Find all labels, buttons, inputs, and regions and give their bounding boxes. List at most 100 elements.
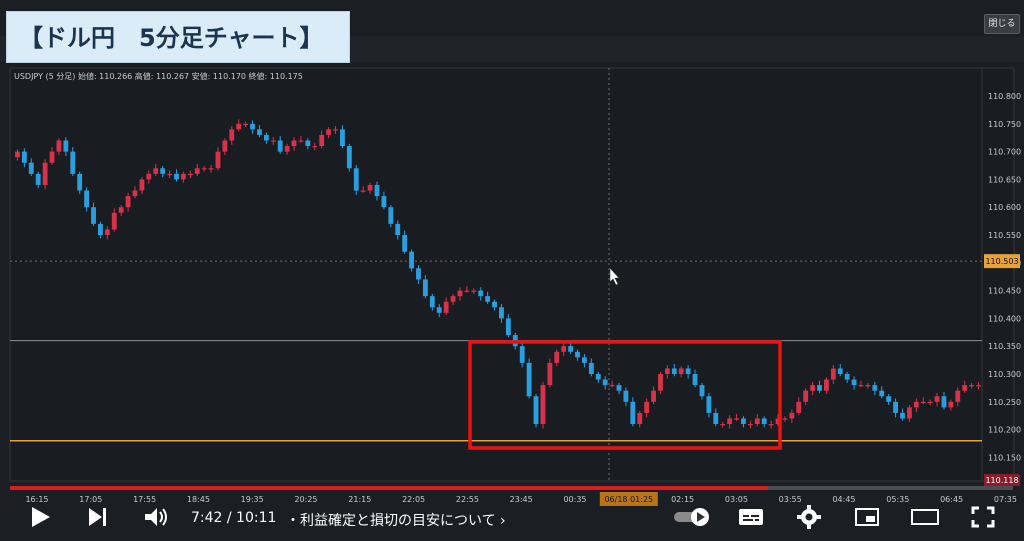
- candle-body: [42, 162, 48, 185]
- candle-body: [236, 123, 242, 130]
- candle-body: [595, 374, 601, 380]
- candle-body: [741, 418, 746, 425]
- candle-body: [257, 129, 262, 135]
- candle-body: [98, 223, 103, 235]
- candle-body: [671, 368, 677, 374]
- candle-body: [505, 318, 511, 336]
- candle-body: [298, 140, 304, 142]
- candle-body: [582, 357, 587, 363]
- candle-body: [623, 390, 629, 402]
- candle-body: [346, 146, 352, 169]
- y-tick-label: 110.250: [988, 398, 1021, 407]
- candle-body: [270, 140, 276, 142]
- fullscreen-button[interactable]: [967, 503, 999, 531]
- settings-button[interactable]: [793, 503, 825, 531]
- candle-body: [858, 385, 864, 387]
- volume-icon: [145, 508, 167, 526]
- y-tick-label: 110.200: [988, 426, 1021, 435]
- candle-body: [747, 424, 753, 426]
- candle-body: [561, 346, 567, 352]
- candle-body: [789, 412, 795, 419]
- candle-body: [436, 307, 442, 313]
- subtitles-button[interactable]: [735, 503, 767, 531]
- candle-body: [810, 385, 816, 391]
- candle-body: [464, 290, 470, 292]
- candle-body: [664, 368, 670, 374]
- time-display: 7:42 / 10:11: [191, 510, 277, 526]
- y-tick-label: 110.750: [988, 120, 1021, 129]
- candle-body: [201, 168, 207, 170]
- candle-body: [429, 296, 435, 308]
- candle-body: [713, 412, 719, 425]
- candle-body: [533, 396, 539, 425]
- candle-body: [167, 173, 172, 176]
- candle-body: [284, 146, 290, 152]
- candle-body: [554, 351, 560, 363]
- chapter-title[interactable]: ・利益確定と損切の目安について ›: [286, 510, 506, 530]
- candle-body: [471, 290, 477, 292]
- candle-body: [215, 151, 221, 169]
- candle-body: [478, 290, 484, 297]
- y-tick-label: 110.150: [988, 453, 1021, 462]
- y-tick-label: 110.700: [988, 148, 1021, 157]
- candle-body: [360, 190, 366, 192]
- candle-body: [91, 207, 96, 224]
- candle-body: [15, 151, 20, 158]
- play-icon: [32, 507, 50, 527]
- video-progress-bar[interactable]: [10, 486, 1013, 490]
- player-controls: 7:42 / 10:11 ・利益確定と損切の目安について ›: [0, 496, 1024, 541]
- candle-body: [125, 196, 131, 208]
- candle-body: [28, 162, 34, 174]
- candle-body: [637, 412, 643, 425]
- candle-body: [519, 346, 525, 363]
- volume-button[interactable]: [140, 503, 172, 531]
- candle-body: [851, 379, 857, 386]
- candle-body: [485, 296, 491, 302]
- subtitles-icon: [739, 509, 763, 525]
- candle-body: [229, 129, 235, 141]
- candle-body: [422, 279, 428, 297]
- candle-body: [782, 418, 788, 420]
- candle-body: [879, 390, 885, 397]
- candle-body: [602, 379, 608, 386]
- candle-body: [796, 401, 802, 413]
- candle-body: [21, 151, 27, 163]
- candle-body: [388, 207, 394, 224]
- candle-body: [706, 396, 712, 413]
- candle-body: [353, 168, 359, 191]
- candle-body: [104, 229, 110, 235]
- candle-body: [844, 374, 850, 380]
- candle-body: [616, 385, 622, 391]
- play-button[interactable]: [24, 503, 56, 531]
- candle-body: [187, 173, 193, 176]
- candle-body: [326, 129, 332, 135]
- candle-body: [817, 385, 822, 391]
- y-tick-label: 110.800: [988, 92, 1021, 101]
- candle-body: [146, 173, 152, 180]
- next-button[interactable]: [82, 503, 114, 531]
- candle-body: [381, 196, 387, 208]
- miniplayer-icon: [855, 508, 879, 526]
- close-button[interactable]: 閉じる: [984, 14, 1020, 34]
- candle-body: [685, 368, 691, 374]
- candle-body: [837, 368, 843, 374]
- candle-body: [969, 385, 975, 387]
- symbol-info: USDJPY (5 分足) 始値: 110.266 高値: 110.267 安値…: [14, 72, 303, 81]
- candle-body: [263, 134, 269, 141]
- candle-body: [941, 396, 947, 408]
- candle-body: [111, 212, 117, 230]
- crosshair-price-label: 110.503: [985, 257, 1018, 266]
- candle-body: [948, 401, 954, 408]
- y-tick-label: 110.550: [988, 231, 1021, 240]
- candle-body: [180, 173, 186, 180]
- candle-body: [934, 396, 940, 402]
- autoplay-toggle[interactable]: [672, 503, 712, 531]
- candle-body: [768, 424, 774, 426]
- candle-body: [194, 168, 200, 174]
- candle-body: [457, 290, 463, 297]
- candle-body: [913, 401, 919, 408]
- candle-body: [568, 346, 574, 352]
- chart-plot-area: [9, 67, 1015, 482]
- theater-mode-button[interactable]: [909, 503, 941, 531]
- miniplayer-button[interactable]: [851, 503, 883, 531]
